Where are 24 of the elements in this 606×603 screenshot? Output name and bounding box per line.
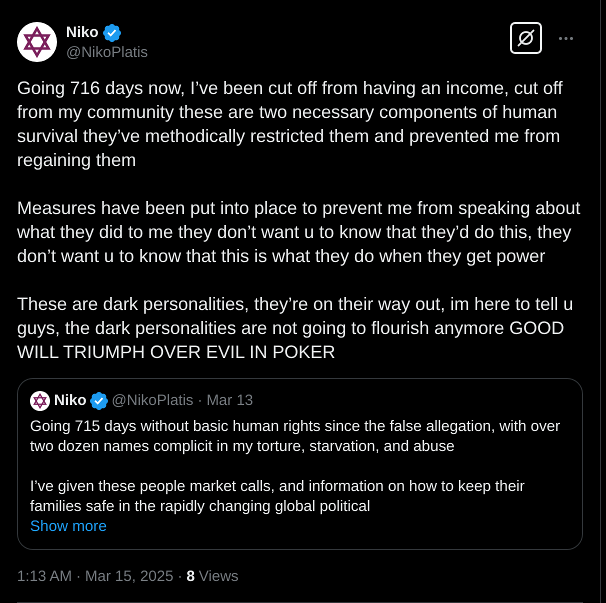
separator-dot: · [76,567,82,587]
quoted-post-card[interactable] [17,378,583,550]
separator-dot: · [177,567,182,587]
author-handle[interactable]: @NikoPlatis [66,43,148,63]
quoted-author-name: Niko [54,391,87,411]
post-text: Going 716 days now, I’ve been cut off from having an income, cut off from my community these are two necessary components of human survival they’ve methodically restricted them and prevented me from regaining them [17,77,564,172]
views-label: Views [198,567,239,587]
hexagram-avatar-icon [30,391,50,411]
quoted-author-handle: @NikoPlatis [112,391,194,411]
separator-dot: · [197,391,202,411]
quoted-post-date: Mar 13 [206,391,254,411]
quoted-post-text: Going 715 days without basic human rights since the false allegation, with over two dozen names complicit in my torture, starvation, and abuse [30,417,562,457]
post-date[interactable]: Mar 15, 2025 [85,567,174,587]
post-time[interactable]: 1:13 AM [17,567,72,587]
hexagram-avatar-icon[interactable] [17,22,57,62]
post-text: Measures have been put into place to prevent me from speaking about what they did to me they don’t want u to know that they’d do this, they don’t want u to know that this is what they do when they get power [17,197,582,268]
more-icon [559,36,573,40]
quoted-post-text: I’ve given these people market calls, and information on how to keep their families safe in the rapidly changing global political [30,477,526,517]
post-text: These are dark personalities, they’re on their way out, im here to tell u guys, the dark personalities are not going to flourish anymore GOOD WILL TRIUMPH OVER EVIL IN POKER [17,293,574,364]
slashed-circle-button[interactable] [510,22,542,54]
author-name[interactable]: Niko [66,23,99,43]
views-count: 8 [186,567,195,587]
slashed-circle-icon [517,29,535,47]
show-more-link[interactable]: Show more [30,517,107,537]
